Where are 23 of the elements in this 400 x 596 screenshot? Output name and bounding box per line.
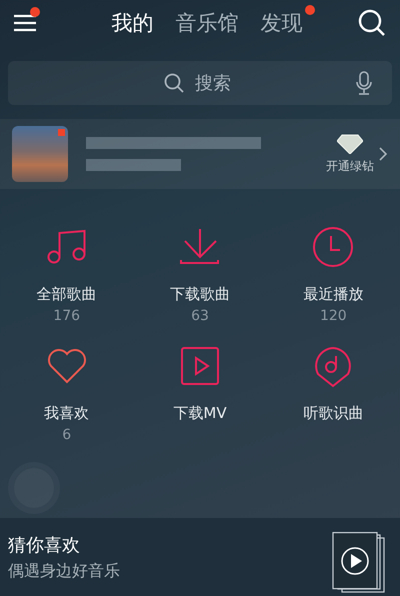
chevron-right-icon	[378, 146, 388, 162]
microphone-icon[interactable]	[356, 71, 372, 95]
play-icon	[178, 346, 221, 388]
shortcut-item[interactable]: 下载MV	[133, 346, 267, 445]
tab[interactable]: 我的	[112, 11, 154, 35]
tab[interactable]: 音乐馆	[176, 11, 238, 35]
shortcut-item[interactable]: 下载歌曲 63	[133, 227, 267, 326]
profile-row[interactable]: 开通绿钻	[0, 119, 400, 189]
recommend-subtitle: 偶遇身边好音乐	[8, 560, 120, 582]
clock-icon	[312, 227, 354, 269]
shortcut-item[interactable]: 全部歌曲 176	[0, 227, 134, 326]
shortcut-item[interactable]: 我喜欢 6	[0, 346, 134, 445]
shortcut-item[interactable]: 听歌识曲	[266, 346, 400, 445]
diamond-icon	[337, 134, 363, 154]
shortcut-item[interactable]: 最近播放 120	[266, 227, 400, 326]
recommend-card[interactable]: 猜你喜欢 偶遇身边好音乐	[0, 518, 400, 596]
tab[interactable]: 发现	[260, 11, 302, 35]
search-icon[interactable]	[358, 9, 386, 37]
vip-label: 开通绿钻	[326, 158, 374, 174]
menu-icon[interactable]	[14, 13, 38, 33]
blurred-avatar	[12, 126, 68, 182]
search-icon	[164, 73, 184, 93]
recommend-title: 猜你喜欢	[8, 534, 81, 556]
